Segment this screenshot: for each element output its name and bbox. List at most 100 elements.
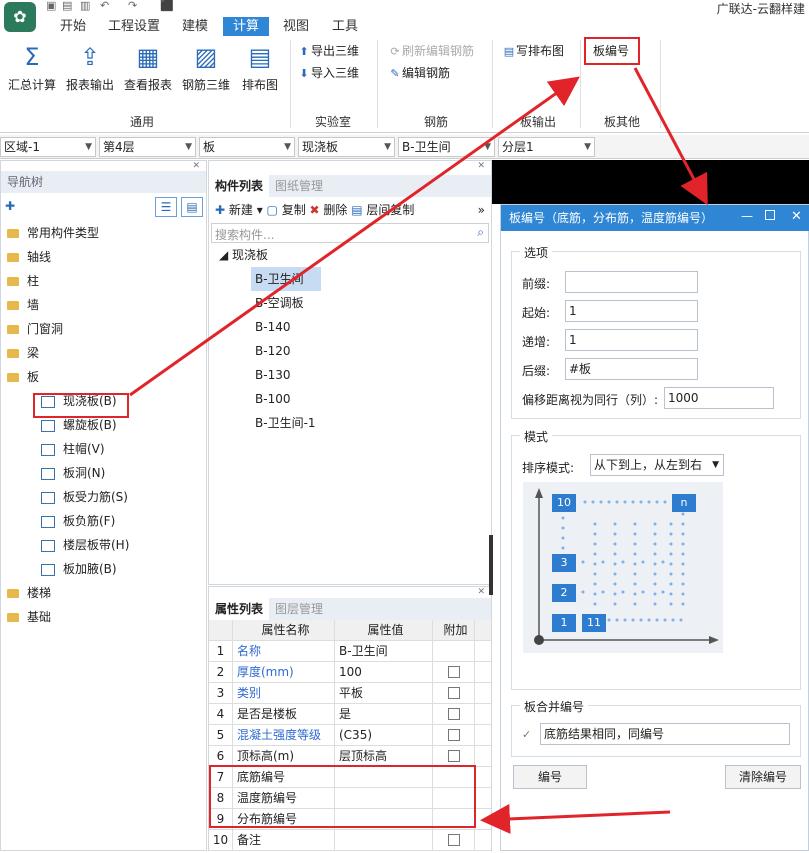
close-icon[interactable]: ✕: [791, 209, 802, 224]
save-icon[interactable]: ▣: [46, 0, 60, 12]
nav-item[interactable]: 楼层板带(H): [1, 533, 206, 557]
tab-project-settings[interactable]: 工程设置: [104, 17, 164, 36]
tab-modeling[interactable]: 建模: [178, 17, 212, 36]
delete-button[interactable]: ✖ 删除: [310, 203, 348, 217]
list-item[interactable]: B-空调板: [251, 291, 321, 315]
checkbox[interactable]: [447, 687, 460, 699]
import-3d-icon: ⬇: [299, 67, 309, 80]
detail-view-icon[interactable]: ▤: [181, 197, 203, 217]
nav-item[interactable]: 板洞(N): [1, 461, 206, 485]
merge-checkbox-label[interactable]: 底筋结果相同，同编号: [540, 723, 790, 745]
splitter[interactable]: [489, 535, 493, 595]
search-icon[interactable]: ⌕: [477, 225, 484, 240]
add-icon[interactable]: ✚: [5, 199, 15, 213]
layer-select[interactable]: 分层1 ▼: [498, 137, 595, 157]
checkbox[interactable]: [447, 834, 460, 846]
copy-button[interactable]: ▢ 复制: [267, 203, 306, 217]
tab-property-list[interactable]: 属性列表: [209, 598, 270, 620]
type-select[interactable]: 板 ▼: [199, 137, 295, 157]
open-icon[interactable]: ▤: [62, 0, 76, 12]
checkbox[interactable]: [447, 750, 460, 762]
nav-item[interactable]: 板负筋(F): [1, 509, 206, 533]
subtype-select[interactable]: 现浇板 ▼: [298, 137, 395, 157]
search-input[interactable]: 搜索构件... ⌕: [211, 223, 489, 243]
minimize-icon[interactable]: —: [741, 209, 753, 223]
report-export-button[interactable]: ⇪ 报表输出: [64, 42, 116, 93]
nav-item[interactable]: 楼梯: [1, 581, 206, 605]
disk-icon[interactable]: ▥: [80, 0, 94, 12]
new-button[interactable]: ✚ 新建 ▾: [215, 203, 267, 217]
tab-tools[interactable]: 工具: [328, 17, 362, 36]
list-view-icon[interactable]: ☰: [155, 197, 177, 217]
canvas-area[interactable]: [492, 160, 809, 204]
nav-item[interactable]: 门窗洞: [1, 317, 206, 341]
tab-layer-manage[interactable]: 图层管理: [269, 598, 329, 620]
component-select[interactable]: B-卫生间 ▼: [398, 137, 495, 157]
close-icon[interactable]: ✕: [1, 161, 206, 171]
nav-item[interactable]: 常用构件类型: [1, 221, 206, 245]
floor-select[interactable]: 第4层 ▼: [99, 137, 196, 157]
offset-input[interactable]: 1000: [664, 387, 774, 409]
report-view-button[interactable]: ▦ 查看报表: [122, 42, 174, 93]
number-button[interactable]: 编号: [513, 765, 587, 789]
nav-item[interactable]: 墙: [1, 293, 206, 317]
table-row[interactable]: 10 备注: [209, 830, 491, 851]
table-row[interactable]: 2 厚度(mm) 100: [209, 662, 491, 683]
table-row[interactable]: 3 类别 平板: [209, 683, 491, 704]
list-item[interactable]: B-120: [251, 339, 321, 363]
ribbon: ✿ ▣ ▤ ▥ ↶ ↷ ⬛ 广联达-云翻样建 开始 工程设置 建模 计算 视图 …: [0, 0, 809, 133]
start-input[interactable]: 1: [565, 300, 698, 322]
nav-item[interactable]: 板: [1, 365, 206, 389]
tab-component-list[interactable]: 构件列表: [209, 175, 270, 197]
table-row[interactable]: 1 名称 B-卫生间: [209, 641, 491, 662]
nav-item[interactable]: 板受力筋(S): [1, 485, 206, 509]
list-item[interactable]: B-140: [251, 315, 321, 339]
edit-rebar-button[interactable]: ✎ 编辑钢筋: [388, 64, 450, 82]
checkbox[interactable]: [447, 708, 460, 720]
table-row[interactable]: 6 顶标高(m) 层顶标高: [209, 746, 491, 767]
rebar-3d-button[interactable]: ▨ 钢筋三维: [180, 42, 232, 93]
sum-calc-button[interactable]: Σ 汇总计算: [6, 42, 58, 93]
tab-drawing-manage[interactable]: 图纸管理: [269, 175, 329, 197]
step-input[interactable]: 1: [565, 329, 698, 351]
table-row[interactable]: 4 是否是楼板是: [209, 704, 491, 725]
undo-icon[interactable]: ↶: [100, 0, 114, 12]
more-icon[interactable]: »: [478, 197, 485, 223]
tab-view[interactable]: 视图: [279, 17, 313, 36]
checkbox[interactable]: [447, 666, 460, 678]
tool-icon[interactable]: ⬛: [160, 0, 174, 12]
sort-mode-select[interactable]: 从下到上，从左到右 ▼: [590, 454, 724, 476]
import-3d-button[interactable]: ⬇ 导入三维: [297, 64, 359, 82]
component-root[interactable]: ◢ 现浇板: [209, 243, 491, 267]
refresh-rebar-button[interactable]: ⟳ 刷新编辑钢筋: [388, 42, 474, 60]
tab-start[interactable]: 开始: [56, 17, 90, 36]
checkbox-checked-icon[interactable]: ✓: [522, 728, 531, 741]
region-select[interactable]: 区域-1 ▼: [0, 137, 96, 157]
nav-item[interactable]: 柱帽(V): [1, 437, 206, 461]
chevron-down-icon: ▼: [484, 142, 491, 152]
sort-diagram: 10 n 3 2 1 11: [523, 482, 723, 653]
nav-item[interactable]: 柱: [1, 269, 206, 293]
list-item[interactable]: B-卫生间: [251, 267, 321, 291]
floor-copy-button[interactable]: ▤ 层间复制: [351, 203, 414, 217]
nav-item[interactable]: 板加腋(B): [1, 557, 206, 581]
redo-icon[interactable]: ↷: [128, 0, 142, 12]
list-item[interactable]: B-卫生间-1: [251, 411, 321, 435]
nav-item[interactable]: 轴线: [1, 245, 206, 269]
list-item[interactable]: B-130: [251, 363, 321, 387]
nav-item[interactable]: 梁: [1, 341, 206, 365]
suffix-input[interactable]: #板: [565, 358, 698, 380]
close-icon[interactable]: ✕: [209, 587, 491, 598]
layout-button[interactable]: ▤ 排布图: [234, 42, 286, 93]
clear-number-button[interactable]: 清除编号: [725, 765, 801, 789]
tab-calculate[interactable]: 计算: [223, 17, 269, 36]
nav-item[interactable]: 基础: [1, 605, 206, 629]
prefix-input[interactable]: [565, 271, 698, 293]
close-icon[interactable]: ✕: [209, 161, 491, 175]
list-item[interactable]: B-100: [251, 387, 321, 411]
maximize-icon[interactable]: [765, 210, 775, 220]
checkbox[interactable]: [447, 729, 460, 741]
export-3d-button[interactable]: ⬆ 导出三维: [297, 42, 359, 60]
write-layout-button[interactable]: ▤ 写排布图: [502, 42, 564, 60]
table-row[interactable]: 5 混凝土强度等级 (C35): [209, 725, 491, 746]
